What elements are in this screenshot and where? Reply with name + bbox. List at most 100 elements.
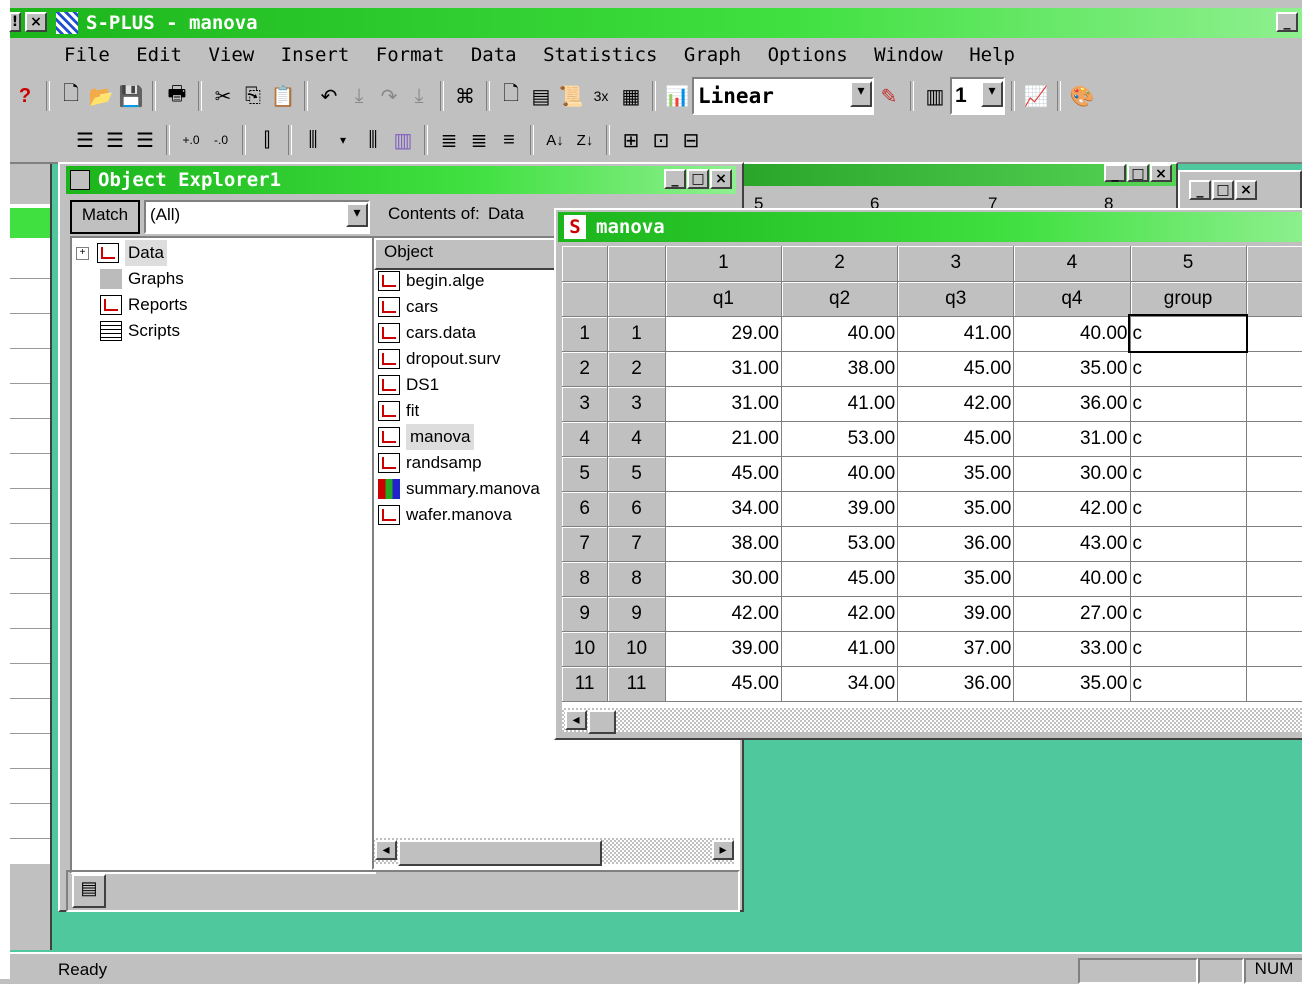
tree-item-reports[interactable]: Reports xyxy=(76,292,370,318)
row-number[interactable]: 8 xyxy=(562,561,609,597)
menu-view[interactable]: View xyxy=(208,44,254,66)
cell-q4[interactable]: 40.00 xyxy=(1013,561,1131,597)
cell-group[interactable]: c xyxy=(1130,561,1247,597)
cell-q2[interactable]: 38.00 xyxy=(781,351,899,387)
increase-decimal-icon[interactable]: +.0 xyxy=(176,125,206,155)
plot-type-icon[interactable]: 📊 xyxy=(662,81,692,111)
expand-icon[interactable]: + xyxy=(76,246,89,260)
menu-file[interactable]: File xyxy=(64,44,110,66)
scroll-right-icon[interactable]: ▸ xyxy=(712,840,734,860)
background-window-far-right[interactable]: _ □ × xyxy=(1178,170,1302,210)
menu-help[interactable]: Help xyxy=(969,44,1015,66)
cell-q3[interactable]: 42.00 xyxy=(897,386,1015,422)
column-name[interactable]: q2 xyxy=(781,281,899,317)
undo-icon[interactable]: ↶ xyxy=(314,81,344,111)
row-id[interactable]: 2 xyxy=(607,351,666,387)
grid-select-icon[interactable]: ⊟ xyxy=(676,125,706,155)
minimize-button[interactable]: _ xyxy=(664,169,686,189)
cell-empty[interactable] xyxy=(1246,526,1302,562)
tree-item-scripts[interactable]: Scripts xyxy=(76,318,370,344)
maximize-button[interactable]: □ xyxy=(687,169,709,189)
cell-q4[interactable]: 30.00 xyxy=(1013,456,1131,492)
minimize-button[interactable]: _ xyxy=(1104,164,1126,182)
cell-q1[interactable]: 21.00 xyxy=(665,421,782,457)
close-icon[interactable]: × xyxy=(1235,180,1257,200)
cell-q3[interactable]: 41.00 xyxy=(897,316,1015,352)
chevron-down-icon[interactable]: ▾ xyxy=(346,203,368,227)
object-column-header[interactable]: Object xyxy=(374,238,566,270)
cell-q4[interactable]: 33.00 xyxy=(1013,631,1131,667)
cell-group[interactable]: c xyxy=(1130,386,1247,422)
object-explorer-icon[interactable]: ⌘ xyxy=(450,81,480,111)
cell-q4[interactable]: 35.00 xyxy=(1013,666,1131,702)
cell-q2[interactable]: 41.00 xyxy=(781,386,899,422)
column-number[interactable]: 1 xyxy=(665,246,782,282)
row-number[interactable]: 5 xyxy=(562,456,609,492)
menu-insert[interactable]: Insert xyxy=(281,44,350,66)
menu-graph[interactable]: Graph xyxy=(684,44,741,66)
row-id[interactable]: 11 xyxy=(607,666,666,702)
column-name[interactable] xyxy=(1246,281,1302,317)
rows-icon[interactable]: ≡ xyxy=(494,125,524,155)
open-folder-icon[interactable]: 📂 xyxy=(86,81,116,111)
menu-edit[interactable]: Edit xyxy=(136,44,182,66)
chart-style-icon[interactable]: 📈 xyxy=(1021,81,1051,111)
cell-q1[interactable]: 45.00 xyxy=(665,456,782,492)
print-icon[interactable]: 🖶 xyxy=(162,81,192,111)
row-id[interactable]: 7 xyxy=(607,526,666,562)
manova-data-window[interactable]: S manova 1 2 3 4 5 q1 q2 q3 q4 group 1 1… xyxy=(554,208,1302,740)
list-item[interactable]: DS1 xyxy=(378,372,540,398)
help-icon[interactable]: ? xyxy=(10,81,40,111)
cell-q4[interactable]: 35.00 xyxy=(1013,351,1131,387)
cell-group[interactable]: c xyxy=(1130,631,1247,667)
cell-group[interactable]: c xyxy=(1130,596,1247,632)
cell-group[interactable]: c xyxy=(1130,421,1247,457)
scroll-thumb[interactable] xyxy=(588,710,616,734)
undo-down-icon[interactable]: ⤓ xyxy=(344,81,374,111)
row-number[interactable]: 1 xyxy=(562,316,609,352)
row-number[interactable]: 11 xyxy=(562,666,609,702)
cell-q3[interactable]: 36.00 xyxy=(897,526,1015,562)
cell-empty[interactable] xyxy=(1246,316,1302,352)
insert-column-icon[interactable]: ⫼ xyxy=(298,125,328,155)
cell-q2[interactable]: 40.00 xyxy=(781,456,899,492)
column-name[interactable]: q1 xyxy=(665,281,782,317)
column-format-icon[interactable]: ⫿ xyxy=(252,125,282,155)
cell-group[interactable]: c xyxy=(1130,666,1247,702)
close-icon[interactable]: × xyxy=(1150,164,1172,182)
scroll-left-icon[interactable]: ◂ xyxy=(375,840,397,860)
new-file-icon[interactable]: 🗋 xyxy=(56,81,86,111)
cell-group[interactable]: c xyxy=(1130,526,1247,562)
cell-group[interactable]: c xyxy=(1130,456,1247,492)
maximize-button[interactable]: □ xyxy=(1127,164,1149,182)
cell-q2[interactable]: 53.00 xyxy=(781,526,899,562)
sheet-scrollbar[interactable]: ◂ xyxy=(562,708,1302,734)
row-number[interactable]: 6 xyxy=(562,491,609,527)
redo-icon[interactable]: ↷ xyxy=(374,81,404,111)
cell-empty[interactable] xyxy=(1246,596,1302,632)
chevron-down-icon[interactable]: ▾ xyxy=(981,81,1003,107)
insert-dropdown-icon[interactable]: ▾ xyxy=(328,125,358,155)
row-number[interactable]: 10 xyxy=(562,631,609,667)
row-id[interactable]: 8 xyxy=(607,561,666,597)
insert-row-icon[interactable]: ≣ xyxy=(434,125,464,155)
scroll-thumb[interactable] xyxy=(398,840,602,866)
paste-icon[interactable]: 📋 xyxy=(268,81,298,111)
menu-window[interactable]: Window xyxy=(874,44,943,66)
list-item[interactable]: randsamp xyxy=(378,450,540,476)
sort-descending-icon[interactable]: Z↓ xyxy=(570,125,600,155)
cell-q3[interactable]: 39.00 xyxy=(897,596,1015,632)
cell-q3[interactable]: 36.00 xyxy=(897,666,1015,702)
cut-icon[interactable]: ✂ xyxy=(208,81,238,111)
scroll-left-icon[interactable]: ◂ xyxy=(565,710,587,730)
list-item-selected[interactable]: manova xyxy=(378,424,540,450)
object-pane-scrollbar[interactable]: ◂ ▸ xyxy=(374,838,734,866)
sort-ascending-icon[interactable]: A↓ xyxy=(540,125,570,155)
align-left-icon[interactable]: ☰ xyxy=(70,125,100,155)
cell-q2[interactable]: 53.00 xyxy=(781,421,899,457)
match-combobox[interactable]: (All) ▾ xyxy=(144,200,370,234)
column-name[interactable]: group xyxy=(1130,281,1247,317)
cell-empty[interactable] xyxy=(1246,351,1302,387)
cell-empty[interactable] xyxy=(1246,491,1302,527)
object-explorer-title-bar[interactable]: Object Explorer1 _ □ × xyxy=(66,166,736,194)
